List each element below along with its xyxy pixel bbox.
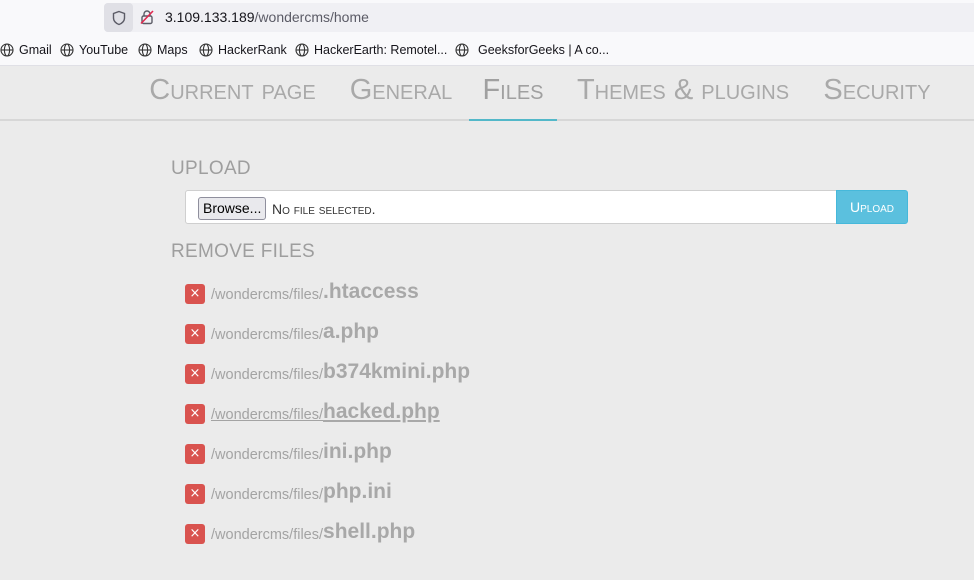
file-path[interactable]: /wondercms/files/ [211, 367, 323, 383]
insecure-lock-icon[interactable] [138, 8, 156, 26]
file-name[interactable]: hacked.php [323, 400, 440, 424]
file-row: × /wondercms/files/ php.ini [185, 480, 392, 504]
bookmark-label: YouTube [79, 43, 129, 57]
tab-security[interactable]: Security [823, 74, 931, 121]
settings-tabs: Current page General Files Themes & plug… [0, 66, 974, 121]
url-path: /wondercms/home [254, 9, 369, 25]
bookmark-maps[interactable]: Maps [138, 43, 188, 57]
url-host: 3.109.133.189 [165, 9, 255, 25]
delete-icon[interactable]: × [185, 444, 205, 464]
delete-icon[interactable]: × [185, 364, 205, 384]
globe-icon [295, 43, 309, 57]
remove-files-heading: Remove files [171, 241, 316, 262]
file-name[interactable]: ini.php [323, 440, 392, 464]
file-name[interactable]: shell.php [323, 520, 415, 544]
file-path[interactable]: /wondercms/files/ [211, 527, 323, 543]
file-input[interactable]: Browse... No file selected. [185, 190, 837, 224]
file-path[interactable]: /wondercms/files/ [211, 327, 323, 343]
file-row: × /wondercms/files/ .htaccess [185, 280, 419, 304]
upload-heading: Upload [171, 158, 251, 179]
globe-icon [60, 43, 74, 57]
tab-general[interactable]: General [349, 74, 453, 121]
url-text[interactable]: 3.109.133.189/wondercms/home [165, 9, 369, 25]
delete-icon[interactable]: × [185, 524, 205, 544]
bookmark-geeksforgeeks[interactable]: GeeksforGeeks | A co... [455, 43, 609, 57]
delete-icon[interactable]: × [185, 484, 205, 504]
bookmark-label: GeeksforGeeks | A co... [478, 43, 610, 57]
globe-icon [199, 43, 213, 57]
shield-icon[interactable] [104, 3, 133, 32]
file-path[interactable]: /wondercms/files/ [211, 487, 323, 503]
bookmark-label: Maps [157, 43, 188, 57]
bookmark-gmail[interactable]: Gmail [0, 43, 52, 57]
file-row: × /wondercms/files/ b374kmini.php [185, 360, 470, 384]
file-name[interactable]: .htaccess [323, 280, 419, 304]
bookmark-youtube[interactable]: YouTube [60, 43, 128, 57]
bookmark-hackerearth[interactable]: HackerEarth: Remotel... [295, 43, 447, 57]
file-path[interactable]: /wondercms/files/ [211, 407, 323, 423]
bookmarks-bar: Gmail YouTube Maps HackerRank HackerEart… [0, 35, 974, 66]
delete-icon[interactable]: × [185, 284, 205, 304]
delete-icon[interactable]: × [185, 404, 205, 424]
file-path[interactable]: /wondercms/files/ [211, 447, 323, 463]
file-path[interactable]: /wondercms/files/ [211, 287, 323, 303]
file-name[interactable]: a.php [323, 320, 379, 344]
file-row: × /wondercms/files/ hacked.php [185, 400, 440, 424]
globe-icon [455, 43, 469, 57]
file-row: × /wondercms/files/ ini.php [185, 440, 392, 464]
bookmark-label: Gmail [19, 43, 52, 57]
tab-current-page[interactable]: Current page [146, 74, 319, 121]
browser-urlbar: 3.109.133.189/wondercms/home [0, 0, 974, 35]
bookmark-label: HackerEarth: Remotel... [314, 43, 448, 57]
tab-themes-plugins[interactable]: Themes & plugins [573, 74, 793, 121]
bookmark-label: HackerRank [218, 43, 287, 57]
file-row: × /wondercms/files/ shell.php [185, 520, 415, 544]
tab-files[interactable]: Files [469, 74, 557, 121]
file-name[interactable]: b374kmini.php [323, 360, 470, 384]
upload-button[interactable]: Upload [836, 190, 908, 224]
globe-icon [138, 43, 152, 57]
delete-icon[interactable]: × [185, 324, 205, 344]
bookmark-hackerrank[interactable]: HackerRank [199, 43, 287, 57]
file-row: × /wondercms/files/ a.php [185, 320, 379, 344]
globe-icon [0, 43, 14, 57]
browse-button[interactable]: Browse... [198, 197, 267, 220]
no-file-label: No file selected. [272, 201, 376, 217]
file-name[interactable]: php.ini [323, 480, 392, 504]
